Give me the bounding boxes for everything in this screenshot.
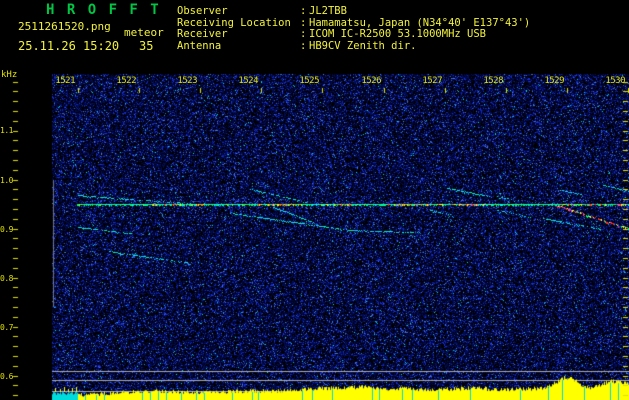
freq-tick-label: 0.7	[0, 323, 13, 332]
freq-tick-label: 0.6	[0, 372, 13, 381]
app-logo: H R O F F T	[46, 2, 161, 18]
station-info: Observer: JL2TBB Receiving Location: Hamam…	[177, 5, 531, 53]
observation-datetime: 25.11.26 15:20	[18, 39, 120, 53]
output-filename: 2511261520.png	[18, 20, 111, 33]
info-label: Observer	[177, 5, 228, 17]
info-separator: :	[300, 40, 307, 53]
freq-tick-label: 1.0	[0, 176, 13, 185]
freq-tick-label: 0.8	[0, 274, 13, 283]
time-tick-label: 1525	[299, 76, 319, 86]
time-tick-label: 1527	[422, 76, 442, 86]
info-value: HB9CV Zenith dir.	[309, 40, 417, 53]
spectrogram-canvas	[0, 0, 629, 400]
time-tick-label: 1530	[605, 76, 625, 86]
observation-mode: meteor	[124, 26, 164, 39]
time-tick-label: 1524	[238, 76, 258, 86]
info-label: Antenna	[177, 40, 222, 53]
echo-count: 35	[139, 39, 154, 53]
time-tick-label: 1526	[361, 76, 381, 86]
freq-tick-label: 1.1	[0, 126, 13, 135]
time-tick-label: 1529	[544, 76, 564, 86]
info-value: JL2TBB	[309, 5, 347, 17]
hrofft-screen: H R O F F T 2511261520.png meteor 25.11.…	[0, 0, 629, 400]
freq-axis-unit-label: kHz	[1, 70, 18, 80]
info-value: Hamamatsu, Japan (N34°40' E137°43')	[309, 16, 531, 29]
freq-tick-label: 0.9	[0, 225, 13, 234]
time-tick-label: 1522	[116, 76, 136, 86]
time-tick-label: 1523	[177, 76, 197, 86]
time-tick-label: 1528	[483, 76, 503, 86]
time-tick-label: 1521	[55, 76, 75, 86]
info-row-antenna: Antenna: HB9CV Zenith dir.	[177, 40, 530, 53]
info-value: ICOM IC-R2500 53.1000MHz USB	[309, 28, 487, 41]
info-separator: :	[300, 5, 307, 17]
